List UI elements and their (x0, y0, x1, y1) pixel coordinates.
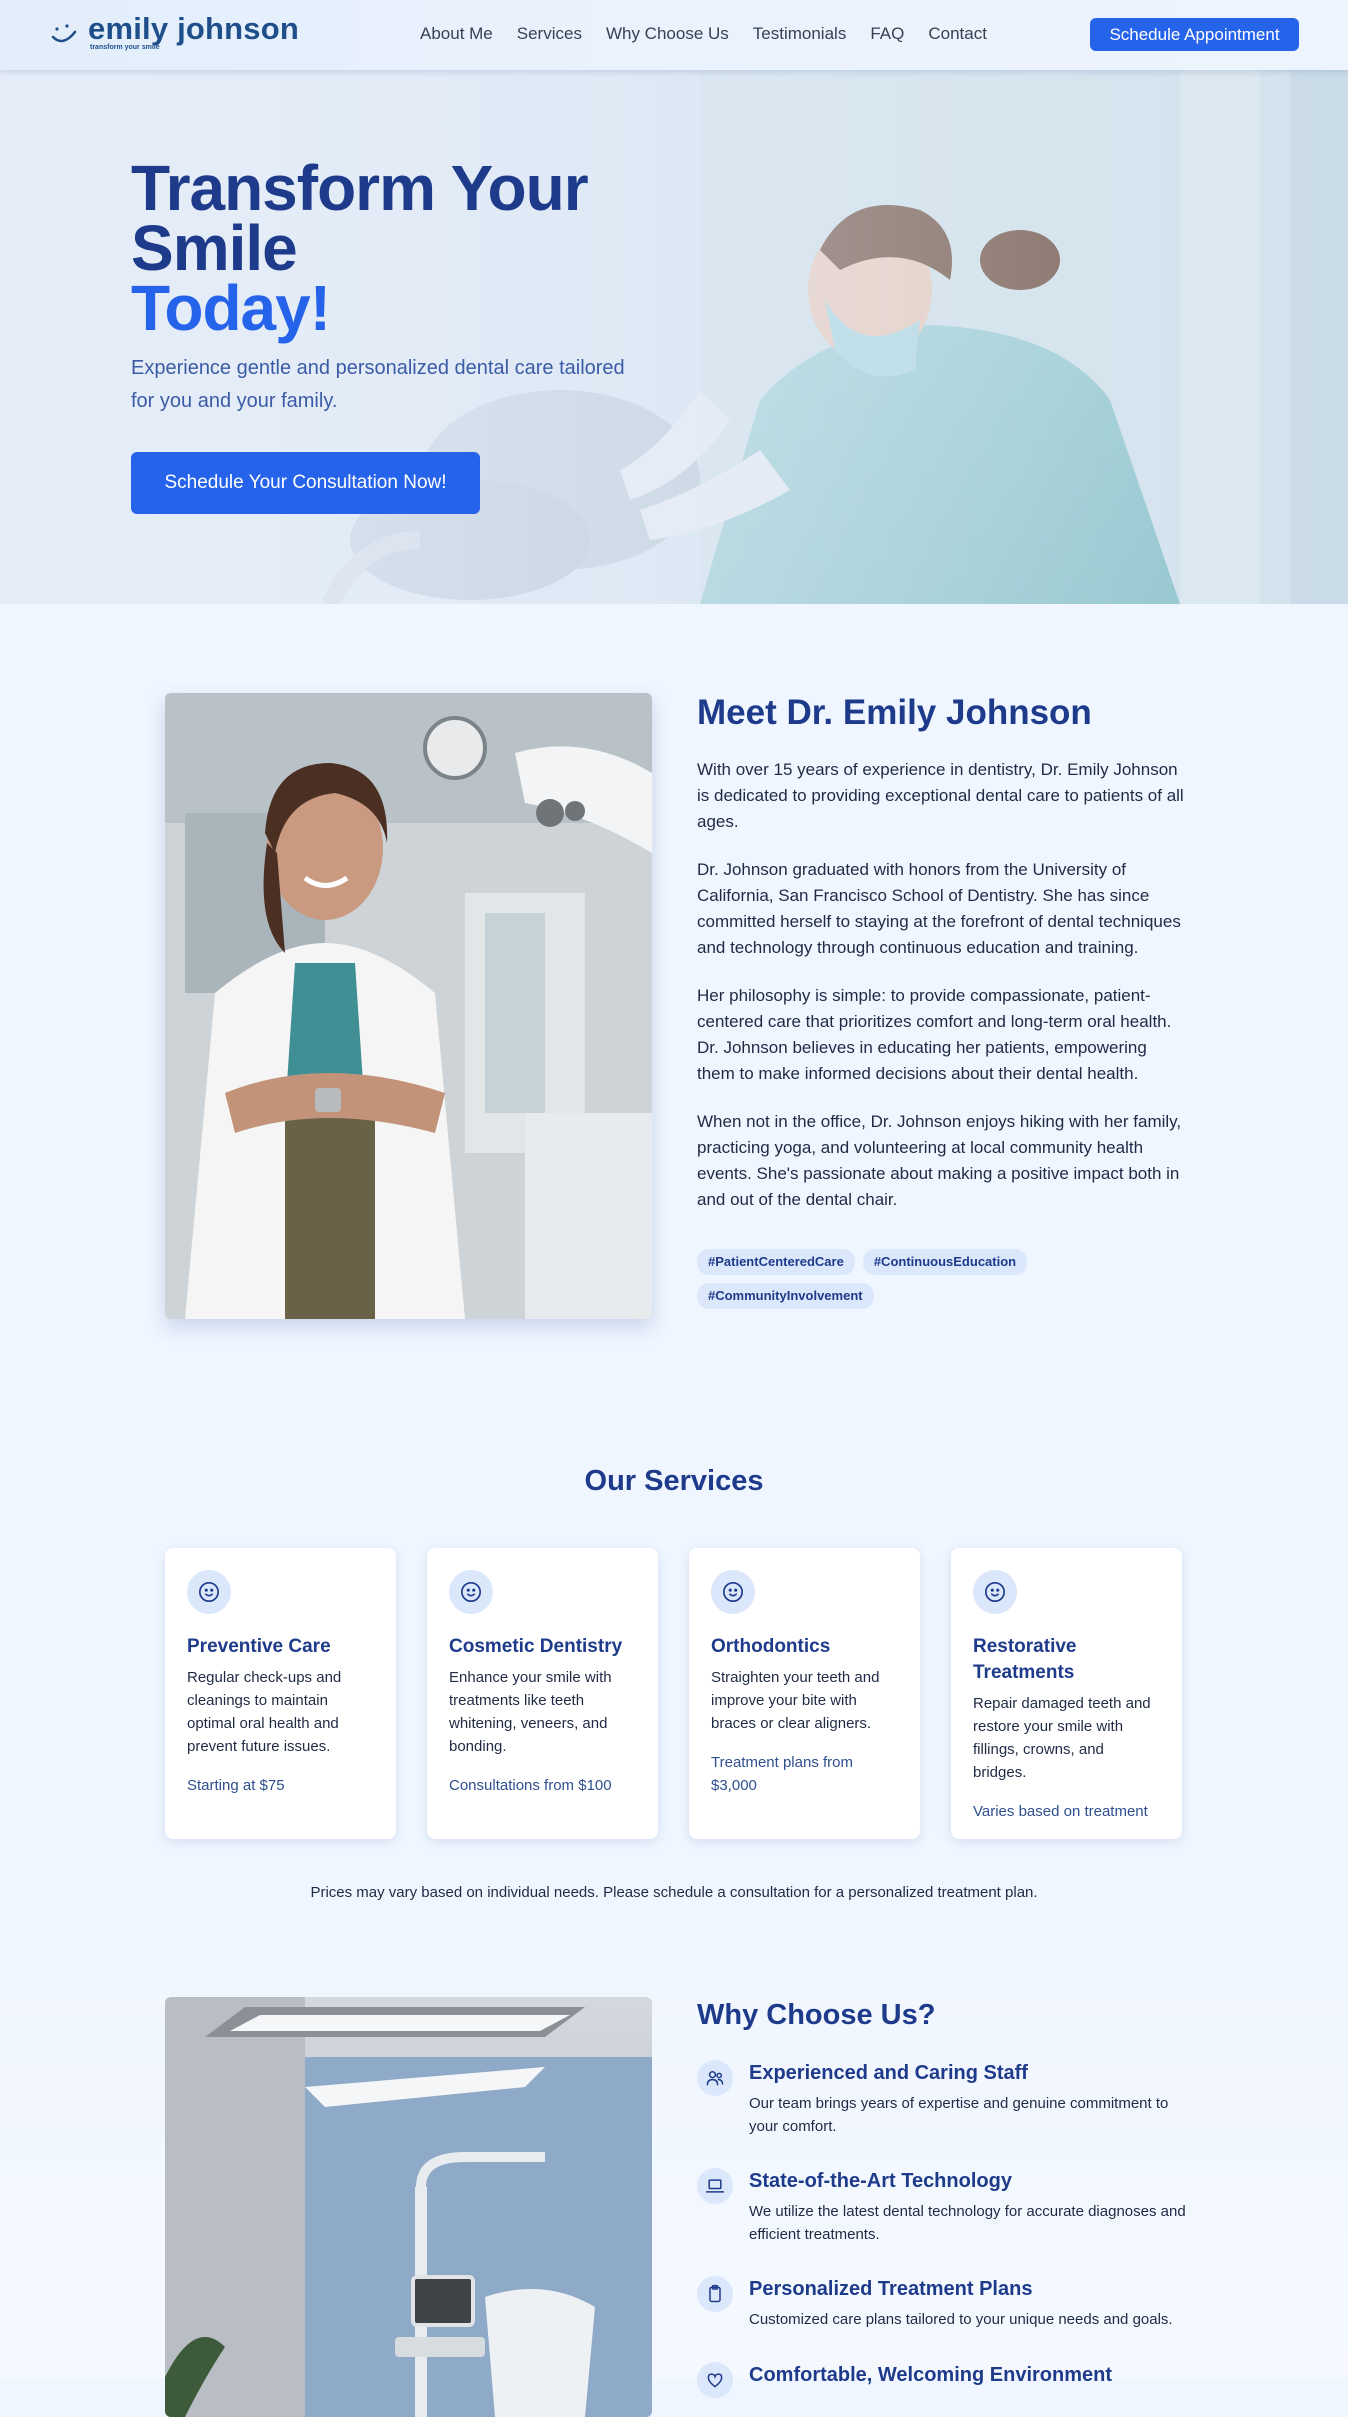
smile-icon (711, 1570, 755, 1614)
feature-description: We utilize the latest dental technology … (749, 2203, 1186, 2243)
tag-patient-centered-care: #PatientCenteredCare (697, 1249, 855, 1275)
about-section: Meet Dr. Emily Johnson With over 15 year… (697, 693, 1187, 1309)
feature-description: Our team brings years of expertise and g… (749, 2095, 1169, 2135)
brand-tagline: transform your smile (90, 44, 160, 51)
hero-title-line1: Transform Your (131, 152, 589, 224)
hero-section: Transform Your Smile Today! Experience g… (0, 70, 1348, 604)
about-paragraph: Dr. Johnson graduated with honors from t… (697, 860, 1181, 957)
service-description: Straighten your teeth and improve your b… (711, 1669, 880, 1732)
hero-title: Transform Your Smile Today! (131, 152, 651, 344)
about-title: Meet Dr. Emily Johnson (697, 693, 1092, 732)
clinic-room-graphic (165, 1997, 652, 2417)
tag-continuous-education: #ContinuousEducation (862, 1249, 1028, 1275)
service-card-restorative-treatments[interactable]: Restorative Treatments Repair damaged te… (951, 1548, 1182, 1839)
feature-title: Experienced and Caring Staff (749, 2062, 1028, 2084)
about-paragraph: When not in the office, Dr. Johnson enjo… (697, 1112, 1182, 1209)
nav-link-testimonials[interactable]: Testimonials (753, 24, 847, 44)
doctor-portrait-graphic (165, 693, 652, 1319)
about-tags: #PatientCenteredCare #ContinuousEducatio… (697, 1249, 1117, 1309)
feature-title: State-of-the-Art Technology (749, 2170, 1012, 2192)
service-price: Starting at $75 (187, 1777, 285, 1794)
service-card-preventive-care[interactable]: Preventive Care Regular check-ups and cl… (165, 1548, 396, 1839)
about-paragraph: Her philosophy is simple: to provide com… (697, 986, 1172, 1083)
schedule-appointment-button[interactable]: Schedule Appointment (1090, 18, 1299, 51)
nav-link-why-choose-us[interactable]: Why Choose Us (606, 24, 729, 44)
service-title: Preventive Care (187, 1636, 331, 1657)
smile-icon (973, 1570, 1017, 1614)
service-description: Regular check-ups and cleanings to maint… (187, 1669, 342, 1755)
hero-title-accent: Today! (131, 272, 331, 344)
prices-note: Prices may vary based on individual need… (310, 1884, 1038, 1901)
top-navbar: emily johnson transform your smile About… (0, 0, 1348, 70)
feature-title: Comfortable, Welcoming Environment (749, 2364, 1112, 2386)
clinic-room-image (165, 1997, 652, 2417)
feature-title: Personalized Treatment Plans (749, 2278, 1033, 2300)
about-paragraph: With over 15 years of experience in dent… (697, 760, 1184, 831)
hero-content: Transform Your Smile Today! Experience g… (131, 152, 651, 514)
service-description: Repair damaged teeth and restore your sm… (973, 1695, 1151, 1781)
service-title: Orthodontics (711, 1636, 831, 1657)
service-card-cosmetic-dentistry[interactable]: Cosmetic Dentistry Enhance your smile wi… (427, 1548, 658, 1839)
heart-icon (697, 2362, 733, 2398)
service-description: Enhance your smile with treatments like … (449, 1669, 612, 1755)
users-icon (697, 2060, 733, 2096)
laptop-icon (697, 2168, 733, 2204)
hero-subtitle: Experience gentle and personalized denta… (131, 357, 625, 412)
nav-link-contact[interactable]: Contact (928, 24, 987, 44)
service-card-orthodontics[interactable]: Orthodontics Straighten your teeth and i… (689, 1548, 920, 1839)
service-title: Cosmetic Dentistry (449, 1636, 623, 1657)
nav-link-about[interactable]: About Me (420, 24, 493, 44)
clipboard-icon (697, 2276, 733, 2312)
smile-icon (449, 1570, 493, 1614)
nav-links: About Me Services Why Choose Us Testimon… (420, 24, 987, 44)
feature-description: Customized care plans tailored to your u… (749, 2311, 1173, 2328)
nav-link-faq[interactable]: FAQ (870, 24, 904, 44)
doctor-portrait-image (165, 693, 652, 1319)
brand-name: emily johnson (88, 11, 300, 46)
smile-icon (187, 1570, 231, 1614)
nav-link-services[interactable]: Services (517, 24, 582, 44)
smile-logo-icon (51, 24, 77, 43)
service-title: Restorative Treatments (973, 1636, 1077, 1683)
service-price: Varies based on treatment (973, 1803, 1148, 1820)
services-title: Our Services (584, 1465, 764, 1497)
service-price: Treatment plans from $3,000 (711, 1754, 853, 1794)
brand-logo[interactable]: emily johnson transform your smile (50, 12, 310, 56)
hero-title-line2: Smile (131, 212, 298, 284)
tag-community-involvement: #CommunityInvolvement (697, 1283, 874, 1309)
service-price: Consultations from $100 (449, 1777, 612, 1794)
schedule-consultation-button[interactable]: Schedule Your Consultation Now! (131, 452, 480, 514)
why-choose-us-title: Why Choose Us? (697, 1999, 936, 2031)
